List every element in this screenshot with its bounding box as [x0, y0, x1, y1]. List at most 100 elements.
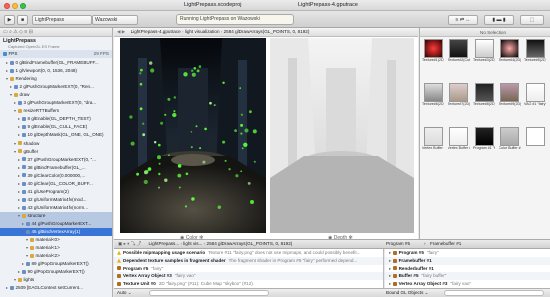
debug-jump-1[interactable]: light vis... — [183, 241, 202, 246]
jump-item-call[interactable]: 2584 glDrawArrays(GL_POINTS, 0, 8192) — [224, 29, 310, 34]
call-icon — [22, 133, 26, 138]
editor-mode-segment[interactable]: ≡ ⇄ ↔ — [448, 14, 478, 25]
resource-thumbnail[interactable]: Program #1 "fairy" — [473, 127, 495, 150]
close-window-button[interactable] — [4, 2, 10, 9]
debug-jump-4[interactable]: Framebuffer #1 — [430, 240, 461, 248]
resource-thumbnail[interactable]: Texture#1(2D) #1 "fairy.png" — [422, 39, 444, 62]
resource-caption: Texture#2(Cube) #2 "skybox" — [447, 58, 470, 62]
bound-objects-selector[interactable]: Bound GL Objects ⌄ — [386, 289, 429, 297]
call-tree-row[interactable]: ▸ 41 glUseProgram(2) — [0, 188, 112, 196]
run-button[interactable]: ▶ — [4, 14, 15, 25]
call-tree-row[interactable]: ▸ 43 glUniformMatrix4fv(norm... — [0, 204, 112, 212]
fairy-light — [147, 167, 152, 171]
fairy-light — [202, 160, 206, 164]
filter-field-right[interactable] — [444, 290, 544, 296]
resource-thumbnail[interactable]: Texture#9(2D) #9 "structure_spec" — [499, 83, 521, 106]
resource-thumbnail[interactable]: Color Buffer #1 — [499, 127, 521, 150]
call-tree-row[interactable]: ▾ Rendering — [0, 75, 112, 83]
resource-preview — [423, 83, 443, 102]
bound-object-row[interactable]: ▸ Renderbuffer #1 — [385, 265, 550, 273]
destination-selector[interactable]: Wazowski — [92, 14, 138, 25]
call-tree-row[interactable]: ▾ material<1> — [0, 244, 112, 252]
call-tree-row[interactable]: ▾ material<2> — [0, 252, 112, 260]
resource-thumbnail[interactable] — [524, 127, 546, 146]
jump-item-trace[interactable]: LightPrepass-4.gputrace — [131, 29, 181, 34]
call-tree-row[interactable]: ▸ 2509 [EAGLContext setCurrent... — [0, 284, 112, 292]
view-toggle-segment[interactable]: ▮ ▬ ▮ — [484, 14, 514, 25]
debug-jump-3[interactable]: Program #5 — [386, 240, 410, 248]
call-tree-row[interactable]: ▸ 2 glPushGroupMarkerEXT(0, "Ren... — [0, 83, 112, 91]
bound-object-row[interactable]: ▸ Vertex Array Object #3 "fairy vao" — [385, 280, 550, 288]
scheme-selector[interactable]: LightPrepass — [32, 14, 92, 25]
nav-arrows[interactable]: ◀ ▶ — [117, 29, 125, 34]
fairy-light — [250, 200, 254, 204]
call-tree-row[interactable]: ▸ 37 glPushGroupMarkerEXT(0, "... — [0, 156, 112, 164]
call-tree-row[interactable]: ▾ resizeRTTBuffers — [0, 107, 112, 115]
call-tree-row[interactable]: ▸ 10 glDepthMask(GL_ONE, GL_ONE) — [0, 131, 112, 139]
resource-thumbnail[interactable]: Texture#4(2D) #4 "lights" — [499, 39, 521, 62]
bound-object-row[interactable]: ▸ Buffer #5 "fairy buffer" — [385, 272, 550, 281]
call-tree-row[interactable]: ▸ 8 glEnable(GL_DEPTH_TEST) — [0, 115, 112, 123]
minimize-window-button[interactable] — [12, 2, 18, 9]
issue-row[interactable]: Dependent texture samples in fragment sh… — [114, 256, 383, 265]
call-icon — [22, 117, 26, 122]
call-tree-row[interactable]: ▾ gBuffer — [0, 148, 112, 156]
bound-object-row[interactable]: ▸ Program #5 "fairy" — [385, 249, 550, 257]
issue-row[interactable]: Vertex Array Object #3 "fairy vao" — [114, 272, 383, 281]
call-tree-row[interactable]: ▸ 3 glPushGroupMarkerEXT(0, "dra... — [0, 99, 112, 107]
resource-caption: VAO #1 "fairy" — [524, 102, 546, 106]
resource-preview — [500, 83, 519, 102]
call-tree-row[interactable]: ▾ lights — [0, 276, 112, 284]
issue-row[interactable]: Texture Unit #0 2D "fairy.png" (#11): Cub… — [114, 280, 383, 288]
resource-caption: Texture#8(2D) #8 "structure_texture" — [473, 102, 495, 106]
call-tree-row[interactable]: ▸ 9 glEnable(GL_CULL_FACE) — [0, 123, 112, 131]
resource-thumbnail[interactable]: Vertex Buffer #2 — [448, 127, 470, 150]
resource-thumbnail[interactable]: Texture#8(2D) #8 "structure_texture" — [473, 83, 495, 106]
call-tree-row[interactable]: ▸ 40 glClear(GL_COLOR_BUFF... — [0, 180, 112, 188]
call-tree-row[interactable]: ▸ 42 glUniformMatrix4fv(mod... — [0, 196, 112, 204]
debug-jump-0[interactable]: LightPrepass... — [149, 241, 180, 246]
zoom-window-button[interactable] — [20, 2, 26, 9]
fps-row[interactable]: FPS 29 FPS — [0, 50, 112, 59]
call-tree-row[interactable]: ▾ shadow — [0, 140, 112, 148]
resource-thumbnail[interactable]: Vertex Buffer #1 "fairy" — [422, 127, 444, 150]
resource-thumbnail[interactable]: VAO #1 "fairy" — [524, 83, 546, 106]
resource-thumbnail[interactable]: Texture#3(2D) #3 "shaded depth" — [473, 39, 495, 62]
bottom-footer: Auto ⌄ Bound GL Objects ⌄ — [114, 288, 550, 297]
call-tree-row[interactable]: ▸ 39 glClearColor(0.000000,... — [0, 172, 112, 180]
filter-field-left[interactable] — [149, 290, 269, 296]
call-tree-row[interactable]: ▸ 0 glBindFramebuffer(GL_FRAMEBUFF... — [0, 59, 112, 67]
issue-row[interactable]: Program #5 "fairy" — [114, 265, 383, 273]
resource-thumbnail[interactable]: Texture#6(2D) #6 "shadow map" — [422, 83, 444, 106]
call-tree-row[interactable]: ▸ 89 glPopGroupMarkerEXT() — [0, 260, 112, 268]
debug-jump-2[interactable]: 2584 glDrawArrays(GL_POINTS, 0, 8192) — [207, 241, 293, 246]
scheme-label: LightPrepass — [35, 16, 65, 23]
call-tree-row[interactable]: ▸ 90 glPopGroupMarkerEXT() — [0, 268, 112, 276]
depth-buffer-view[interactable] — [270, 38, 414, 233]
call-tree-row[interactable]: ▸ 45 glBindVertexArray(1) — [0, 228, 112, 237]
call-tree-row[interactable]: ▸ 38 glBindFramebuffer(GL_... — [0, 164, 112, 172]
auto-selector[interactable]: Auto ⌄ — [117, 289, 132, 297]
resource-thumbnail[interactable]: Texture#7(2D) #7 "shadow map" — [448, 83, 470, 106]
color-framebuffer-view[interactable] — [120, 38, 266, 233]
resource-caption: Vertex Buffer #2 — [447, 146, 470, 150]
resource-thumbnail[interactable]: Texture#2(Cube) #2 "skybox" — [448, 39, 470, 62]
call-tree-row[interactable]: ▾ draw — [0, 91, 112, 99]
bound-object-row[interactable]: ▸ Framebuffer #1 — [385, 256, 550, 265]
resource-thumbnail[interactable]: Texture#5(2D) #5 "shaded depth" — [524, 39, 546, 62]
call-tree-label: 0 glBindFramebuffer(GL_FRAMEBUFF... — [15, 60, 99, 65]
jump-item-group[interactable]: light visualization — [185, 29, 220, 34]
issue-row[interactable]: Possible mipmapping usage scenario Textur… — [114, 249, 383, 257]
navigator-icons[interactable]: ▭ ⌕ ⚠ ◇ ≡ ⊟ — [3, 29, 33, 35]
organizer-button[interactable]: ⬚ — [520, 14, 544, 25]
debug-controls[interactable]: ▣ ▸ ⏸ ⤵ ⤴ — [118, 241, 141, 246]
call-tree-row[interactable]: ▸ 44 glPushGroupMarkerEXT... — [0, 220, 112, 229]
call-tree-row[interactable]: ▸ 1 glViewport(0, 0, 1536, 2048) — [0, 67, 112, 75]
call-icon — [10, 68, 14, 73]
tab-gputrace[interactable]: LightPrepass-4.gputrace — [298, 2, 358, 8]
tab-xcodeproj[interactable]: LightPrepass.xcodeproj — [184, 2, 241, 8]
call-tree-row[interactable]: ▾ material<0> — [0, 236, 112, 244]
stop-button[interactable]: ■ — [17, 14, 28, 25]
call-tree-row[interactable]: ▾ structure — [0, 211, 112, 221]
fairy-light — [139, 72, 142, 75]
